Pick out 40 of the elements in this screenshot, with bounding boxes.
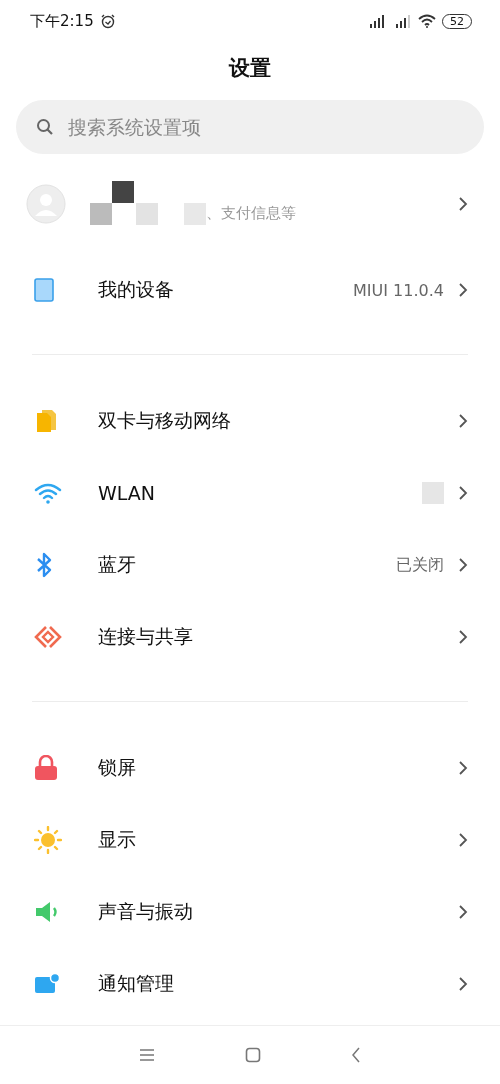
- lock-icon: [34, 755, 58, 781]
- search-icon: [36, 118, 54, 136]
- notification-icon: [34, 973, 60, 995]
- chevron-icon: [458, 832, 468, 848]
- menu-icon[interactable]: [139, 1048, 155, 1062]
- status-time: 下午2:15: [30, 11, 94, 31]
- settings-item[interactable]: 声音与振动: [0, 876, 500, 948]
- avatar-icon: [26, 184, 66, 224]
- item-value: MIUI 11.0.4: [353, 280, 444, 300]
- wifi-status-icon: [418, 14, 436, 28]
- wifi-icon: [34, 482, 62, 504]
- chevron-icon: [458, 557, 468, 573]
- chevron-icon: [458, 196, 468, 212]
- item-value: 已关闭: [396, 554, 444, 576]
- chevron-icon: [458, 485, 468, 501]
- chevron-icon: [458, 760, 468, 776]
- back-icon[interactable]: [351, 1047, 361, 1063]
- chevron-icon: [458, 413, 468, 429]
- share-icon: [34, 625, 62, 649]
- account-subtitle: 、支付信息等: [206, 204, 296, 224]
- settings-item[interactable]: 蓝牙 已关闭: [0, 529, 500, 601]
- settings-item[interactable]: 我的设备 MIUI 11.0.4: [0, 254, 500, 326]
- chevron-icon: [458, 282, 468, 298]
- sim-card-icon: [34, 409, 58, 433]
- settings-item[interactable]: 双卡与移动网络: [0, 385, 500, 457]
- sun-icon: [34, 826, 62, 854]
- device-icon: [34, 278, 54, 302]
- settings-item[interactable]: WLAN: [0, 457, 500, 529]
- chevron-icon: [458, 904, 468, 920]
- home-icon[interactable]: [245, 1047, 261, 1063]
- signal-icon: [394, 14, 412, 28]
- chevron-icon: [458, 976, 468, 992]
- settings-item[interactable]: 锁屏: [0, 732, 500, 804]
- settings-item[interactable]: 通知管理: [0, 948, 500, 1020]
- search-field[interactable]: 搜索系统设置项: [16, 100, 484, 154]
- chevron-icon: [458, 629, 468, 645]
- alarm-icon: [99, 13, 116, 29]
- settings-item[interactable]: 连接与共享: [0, 601, 500, 673]
- settings-item[interactable]: 显示: [0, 804, 500, 876]
- page-title: 设置: [227, 55, 272, 82]
